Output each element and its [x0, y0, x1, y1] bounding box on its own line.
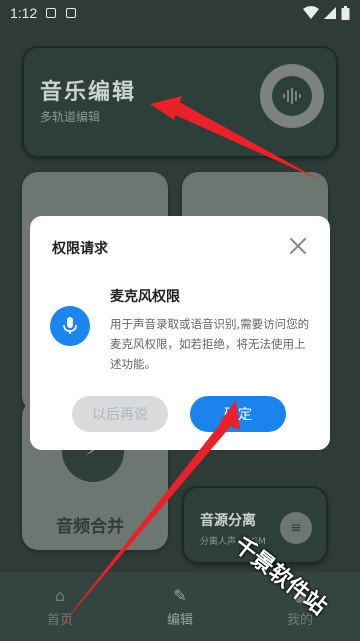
permission-description: 用于声音录取或语音识别,需要访问您的麦克风权限，如若拒绝，将无法使用上述功能。: [110, 317, 310, 371]
close-icon[interactable]: [284, 232, 312, 260]
confirm-button[interactable]: 确定: [190, 396, 286, 432]
microphone-icon: [50, 306, 90, 346]
permission-dialog: 权限请求 麦克风权限 用于声音录取或语音识别,需要访问您的麦克风权限，如若拒绝，…: [30, 216, 330, 450]
sliders-icon: ≡: [280, 512, 312, 544]
app-notification-icon: [66, 8, 76, 18]
home-icon: ⌂: [54, 585, 66, 605]
status-time: 1:12: [10, 5, 38, 21]
later-button[interactable]: 以后再说: [72, 396, 168, 432]
permission-title: 麦克风权限: [110, 289, 180, 305]
battery-icon: [341, 6, 350, 20]
music-edit-card[interactable]: 音乐编辑 多轨道编辑: [22, 46, 338, 158]
disc-icon: [260, 64, 324, 128]
dialog-title: 权限请求: [52, 241, 108, 257]
audio-merge-label: 音频合并: [56, 517, 124, 537]
nav-home[interactable]: ⌂ 首页: [20, 586, 100, 628]
nav-edit-label: 编辑: [166, 612, 193, 628]
edit-icon: ✎: [173, 585, 187, 605]
music-edit-title: 音乐编辑: [40, 80, 137, 105]
nav-home-label: 首页: [46, 612, 73, 628]
music-edit-subtitle: 多轨道编辑: [40, 110, 101, 124]
notification-icon: [46, 8, 56, 18]
nav-edit[interactable]: ✎ 编辑: [140, 586, 220, 628]
status-bar: 1:12: [0, 0, 360, 26]
signal-icon: [324, 7, 336, 19]
wifi-icon: [303, 6, 319, 19]
status-icons: [303, 6, 350, 20]
